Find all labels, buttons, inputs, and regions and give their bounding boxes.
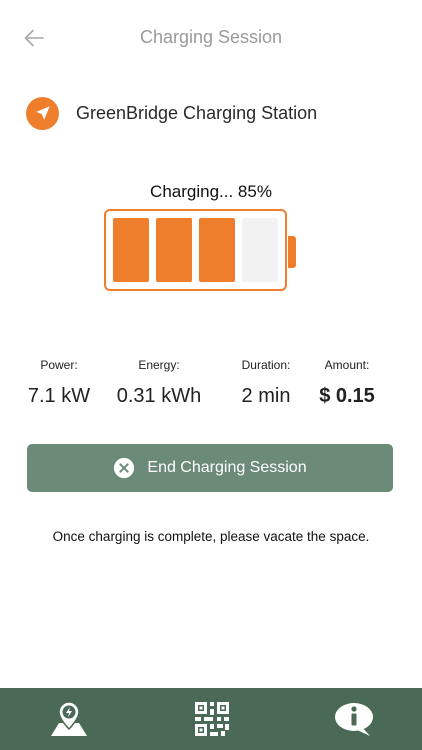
- end-charging-session-button[interactable]: End Charging Session: [27, 444, 393, 492]
- nav-map[interactable]: [47, 698, 91, 740]
- battery-cell-empty: [242, 218, 278, 282]
- station-row: GreenBridge Charging Station: [26, 96, 317, 130]
- info-chat-icon: [335, 703, 373, 736]
- navigation-icon: [26, 96, 59, 130]
- stat-value: 0.31 kWh: [116, 385, 202, 407]
- bottom-nav: [0, 688, 422, 750]
- stat-amount: Amount: $ 0.15: [292, 358, 402, 408]
- stat-label: Energy:: [138, 358, 180, 372]
- battery-indicator: [104, 209, 287, 291]
- map-charging-icon: [51, 701, 87, 736]
- charging-status: Charging... 85%: [150, 182, 272, 201]
- stat-power: Power: 7.1 kW: [4, 358, 114, 408]
- close-circle-icon: [114, 457, 135, 479]
- end-session-label: End Charging Session: [147, 459, 307, 476]
- station-name: GreenBridge Charging Station: [76, 102, 318, 123]
- stat-energy: Energy: 0.31 kWh: [104, 358, 214, 408]
- battery-cell-filled: [199, 218, 235, 282]
- page-title: Charging Session: [139, 27, 283, 47]
- vacate-note: Once charging is complete, please vacate…: [52, 529, 370, 544]
- battery-cell-filled: [156, 218, 192, 282]
- qr-code-icon: [195, 702, 229, 736]
- nav-qr-scan[interactable]: [190, 698, 234, 740]
- header: Charging Session: [0, 0, 422, 76]
- stat-label: Power:: [40, 358, 78, 372]
- battery-cell-filled: [113, 218, 149, 282]
- stat-value: $ 0.15: [319, 385, 375, 407]
- stat-value: 7.1 kW: [27, 385, 91, 407]
- battery-tip: [288, 236, 296, 268]
- stat-label: Amount:: [324, 358, 370, 372]
- battery-cells: [113, 218, 278, 282]
- nav-info[interactable]: [332, 698, 376, 740]
